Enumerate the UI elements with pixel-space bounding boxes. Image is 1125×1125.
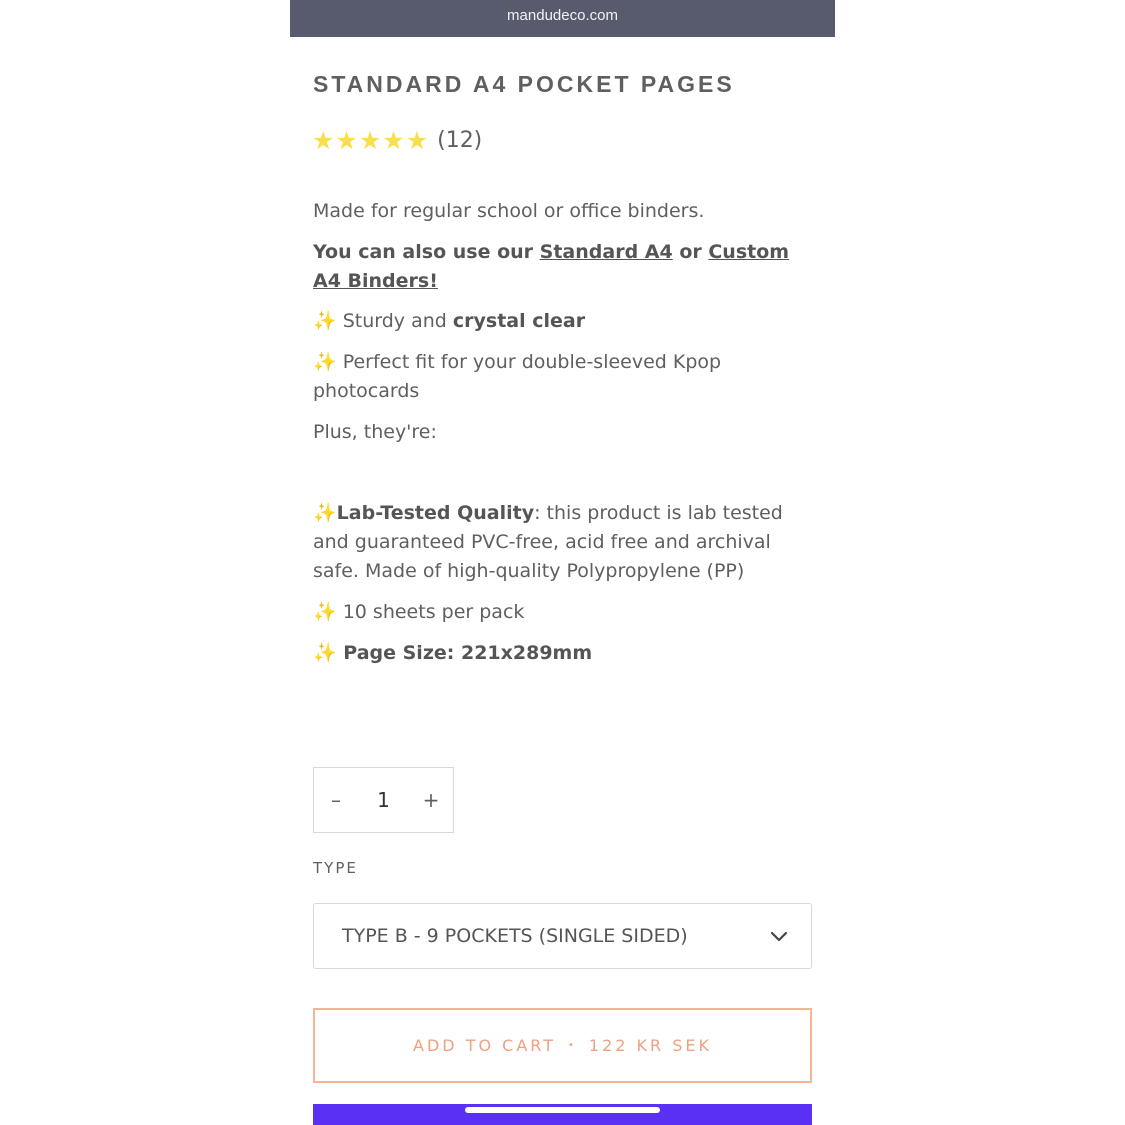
star-icon: ★	[382, 125, 405, 155]
desc-text: 10 sheets per pack	[336, 601, 525, 623]
separator-dot: •	[567, 1040, 577, 1051]
chevron-down-icon	[769, 926, 789, 951]
type-label: TYPE	[313, 859, 358, 877]
feature-sturdy: ✨ Sturdy and crystal clear	[313, 307, 813, 336]
decrease-quantity-button[interactable]: –	[314, 768, 358, 832]
star-icon: ★	[405, 125, 429, 155]
cart-price: 122 KR SEK	[588, 1036, 712, 1055]
star-icon: ★	[335, 125, 358, 155]
sparkles-icon: ✨	[313, 601, 337, 623]
star-icon: ★	[312, 125, 335, 155]
feature-lab-tested: ✨Lab-Tested Quality: this product is lab…	[313, 499, 813, 586]
quantity-value[interactable]: 1	[377, 788, 390, 812]
sparkles-icon: ✨	[313, 642, 337, 664]
rating[interactable]: ★ ★ ★ ★ ★ (12)	[312, 124, 482, 156]
desc-text: or	[672, 241, 709, 263]
type-select-value: TYPE B - 9 POCKETS (SINGLE SIDED)	[342, 925, 688, 947]
description-line: Made for regular school or office binder…	[313, 197, 813, 226]
desc-text: Perfect fit for your double-sleeved Kpop…	[313, 351, 722, 402]
review-count: (12)	[437, 127, 483, 153]
sparkles-icon: ✨	[313, 502, 337, 524]
increase-quantity-button[interactable]: +	[409, 768, 453, 832]
desc-text: Made for regular school or office binder…	[313, 200, 705, 222]
plus-text: Plus, they're:	[313, 418, 813, 447]
add-to-cart-label: ADD TO CART	[413, 1036, 556, 1055]
binder-links: You can also use our Standard A4 or Cust…	[313, 238, 813, 296]
feature-fit: ✨ Perfect fit for your double-sleeved Kp…	[313, 348, 813, 406]
product-title: STANDARD A4 POCKET PAGES	[313, 71, 735, 97]
sparkles-icon: ✨	[313, 310, 337, 332]
desc-text: Sturdy and	[336, 310, 453, 332]
desc-text: You can also use our	[313, 241, 540, 263]
link-standard-a4[interactable]: Standard A4	[540, 241, 673, 263]
product-page: mandudeco.com STANDARD A4 POCKET PAGES ★…	[290, 0, 835, 1125]
feature-size: ✨ Page Size: 221x289mm	[313, 639, 813, 668]
quantity-stepper: – 1 +	[313, 767, 454, 833]
sparkles-icon: ✨	[313, 351, 337, 373]
home-indicator[interactable]	[465, 1107, 660, 1113]
desc-bold: crystal clear	[452, 310, 586, 332]
desc-bold: Page Size: 221x289mm	[336, 642, 593, 664]
add-to-cart-button[interactable]: ADD TO CART • 122 KR SEK	[313, 1008, 812, 1083]
url-text: mandudeco.com	[507, 7, 618, 24]
feature-sheets: ✨ 10 sheets per pack	[313, 598, 813, 627]
type-select[interactable]: TYPE B - 9 POCKETS (SINGLE SIDED)	[313, 903, 812, 969]
browser-url-bar[interactable]: mandudeco.com	[290, 0, 835, 37]
star-icon: ★	[358, 125, 382, 155]
desc-text: Plus, they're:	[313, 421, 437, 443]
desc-bold: Lab-Tested Quality	[336, 502, 535, 524]
